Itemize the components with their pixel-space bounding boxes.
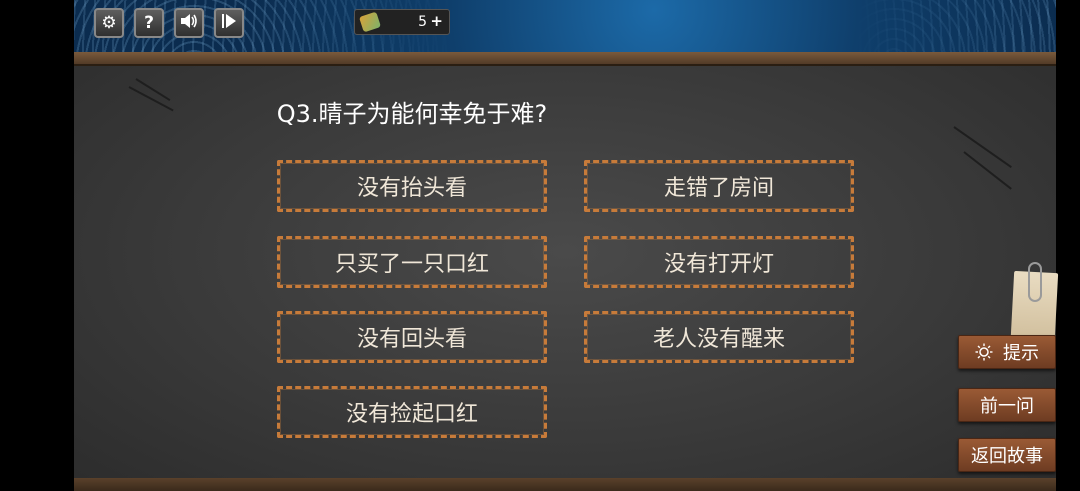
hint-button[interactable]: 提示	[958, 335, 1056, 369]
answer-option-6[interactable]: 老人没有醒来	[584, 311, 854, 363]
back-to-story-label: 返回故事	[971, 446, 1043, 467]
right-letterbox	[1056, 0, 1080, 491]
scratch-mark	[963, 151, 1012, 190]
play-icon	[221, 13, 237, 34]
coin-count: 5	[418, 14, 427, 30]
add-coins-button[interactable]: +	[430, 12, 443, 30]
board-frame-top	[74, 52, 1056, 66]
left-letterbox	[0, 0, 74, 491]
help-button[interactable]: ?	[134, 8, 164, 38]
settings-button[interactable]: ⚙	[94, 8, 124, 38]
gear-icon: ⚙	[101, 13, 117, 33]
sound-button[interactable]	[174, 8, 204, 38]
answer-option-1[interactable]: 没有抬头看	[277, 160, 547, 212]
scratch-mark	[953, 126, 1012, 168]
paperclip-icon	[1028, 262, 1042, 302]
ticket-icon	[358, 11, 382, 33]
answer-option-2[interactable]: 走错了房间	[584, 160, 854, 212]
question-text: Q3.晴子为能何幸免于难?	[276, 100, 548, 128]
back-to-story-button[interactable]: 返回故事	[958, 438, 1056, 472]
top-banner: ⚙ ? 5 +	[74, 0, 1056, 56]
question-icon: ?	[144, 13, 154, 33]
coin-counter[interactable]: 5 +	[354, 9, 450, 35]
hint-label: 提示	[1003, 343, 1039, 364]
answer-option-4[interactable]: 没有打开灯	[584, 236, 854, 288]
answer-option-5[interactable]: 没有回头看	[277, 311, 547, 363]
play-button[interactable]	[214, 8, 244, 38]
answer-option-3[interactable]: 只买了一只口红	[277, 236, 547, 288]
previous-question-button[interactable]: 前一问	[958, 388, 1056, 422]
answer-option-7[interactable]: 没有捡起口红	[277, 386, 547, 438]
speaker-icon	[180, 13, 198, 34]
lightbulb-icon	[975, 343, 993, 361]
board-frame-bottom	[74, 478, 1056, 491]
previous-question-label: 前一问	[980, 396, 1034, 417]
